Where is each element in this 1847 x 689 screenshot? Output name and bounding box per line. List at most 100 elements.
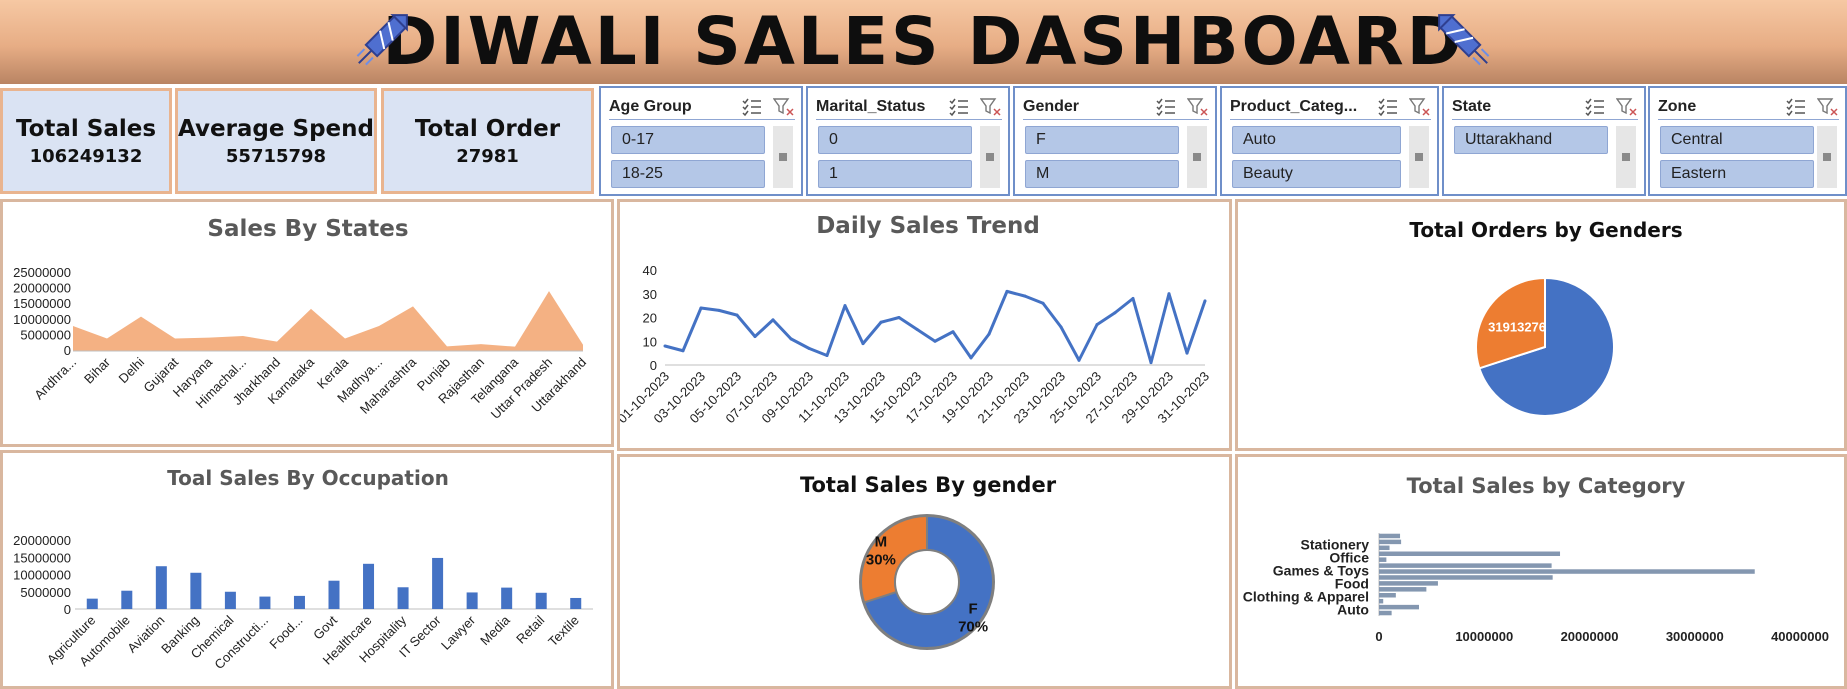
kpi-average-spend: Average Spend 55715798 <box>175 88 377 194</box>
bar <box>1379 598 1384 604</box>
bar <box>1379 587 1427 592</box>
slicer-scrollbar[interactable] <box>1409 126 1429 188</box>
slicer-item[interactable]: Eastern <box>1660 160 1814 188</box>
x-tick-label: 0 <box>1375 629 1382 644</box>
slicer-item[interactable]: 0-17 <box>611 126 765 154</box>
slice-name-label: M <box>875 533 888 550</box>
data-point <box>717 308 721 312</box>
multi-select-icon[interactable] <box>1155 97 1177 117</box>
data-point <box>1059 325 1063 329</box>
multi-select-icon[interactable] <box>741 97 763 117</box>
slicer-scrollbar[interactable] <box>980 126 1000 188</box>
chart-total-sales-by-category[interactable]: Total Sales by Category Stationery Office… <box>1235 454 1847 689</box>
chart-total-orders-by-genders[interactable]: Total Orders by Genders 31913276 <box>1235 199 1847 451</box>
chart-svg-sales-gender: Total Sales By gender F70% M30% <box>800 473 1057 650</box>
chart-svg-category: Total Sales by Category StationeryOffice… <box>1243 474 1829 644</box>
chart-plot: F70% M30% <box>859 514 995 650</box>
slicer-state[interactable]: State Uttarakhand <box>1442 86 1646 196</box>
data-point <box>897 316 901 319</box>
bar <box>259 596 271 609</box>
chart-daily-sales-trend[interactable]: Daily Sales Trend 0 10 20 30 40 01-10-2023 03-… <box>617 199 1232 451</box>
scroll-thumb[interactable] <box>1415 153 1423 161</box>
clear-filter-icon[interactable] <box>1187 97 1209 117</box>
slicer-item[interactable]: 0 <box>818 126 972 154</box>
y-tick-label: Auto <box>1337 601 1369 617</box>
slicer-title: State <box>1452 97 1492 115</box>
chart-title: Toal Sales By Occupation <box>167 466 449 490</box>
data-point <box>1077 358 1081 362</box>
slicer-item[interactable]: Central <box>1660 126 1814 154</box>
y-tick-label: 10000000 <box>13 312 71 327</box>
slicer-zone[interactable]: Zone Central Eastern <box>1648 86 1847 196</box>
multi-select-icon[interactable] <box>1584 97 1606 117</box>
kpi-label: Total Order <box>414 115 561 142</box>
scroll-thumb[interactable] <box>1823 153 1831 161</box>
slicer-marital-status[interactable]: Marital_Status 0 1 <box>806 86 1010 196</box>
slicer-item[interactable]: Uttarakhand <box>1454 126 1608 154</box>
clear-filter-icon[interactable] <box>773 97 795 117</box>
data-point <box>789 337 793 341</box>
slicer-title: Zone <box>1658 97 1697 115</box>
scroll-thumb[interactable] <box>1193 153 1201 161</box>
y-tick-label: 20000000 <box>13 281 71 296</box>
chart-sales-by-occupation[interactable]: Toal Sales By Occupation 0 5000000 1000000… <box>0 450 614 689</box>
bar <box>501 587 513 609</box>
data-point <box>1167 292 1171 296</box>
bar <box>1379 581 1438 586</box>
multi-select-icon[interactable] <box>1377 97 1399 117</box>
slicer-item[interactable]: Auto <box>1232 126 1401 154</box>
clear-filter-icon[interactable] <box>1409 97 1431 117</box>
scroll-thumb[interactable] <box>986 153 994 161</box>
slicer-title: Product_Categ... <box>1230 97 1358 115</box>
bar <box>155 566 167 609</box>
clear-filter-icon[interactable] <box>980 97 1002 117</box>
bar <box>1379 557 1387 562</box>
scroll-thumb[interactable] <box>1622 153 1630 161</box>
slicer-scrollbar[interactable] <box>773 126 793 188</box>
bar <box>397 587 409 609</box>
firework-rocket-left-icon <box>356 14 408 66</box>
chart-title: Daily Sales Trend <box>816 213 1040 239</box>
chart-plot: 31913276 <box>1475 276 1615 417</box>
scroll-thumb[interactable] <box>779 153 787 161</box>
x-tick-label: Media <box>477 612 513 648</box>
x-tick-label: 10000000 <box>1455 629 1513 644</box>
slicer-item[interactable]: F <box>1025 126 1179 154</box>
slicer-scrollbar[interactable] <box>1817 126 1837 188</box>
data-point <box>1113 311 1117 315</box>
y-tick-label: 10000000 <box>13 568 71 583</box>
slicer-age-group[interactable]: Age Group 0-17 18-25 <box>599 86 803 196</box>
slicer-gender[interactable]: Gender F M <box>1013 86 1217 196</box>
slicer-scrollbar[interactable] <box>1187 126 1207 188</box>
slicer-item[interactable]: M <box>1025 160 1179 188</box>
bar <box>293 595 305 609</box>
slicer-item[interactable]: Beauty <box>1232 160 1401 188</box>
data-point <box>1149 361 1153 365</box>
multi-select-icon[interactable] <box>948 97 970 117</box>
bar <box>1379 610 1392 616</box>
kpi-value: 106249132 <box>29 145 143 167</box>
chart-sales-by-states[interactable]: Sales By States 0 5000000 10000000 15000000… <box>0 199 614 447</box>
x-tick-label: Textile <box>545 613 582 650</box>
slicer-item[interactable]: 1 <box>818 160 972 188</box>
slicer-scrollbar[interactable] <box>1616 126 1636 188</box>
slicer-item[interactable]: 18-25 <box>611 160 765 188</box>
bar <box>1379 593 1396 598</box>
data-point <box>825 354 829 357</box>
x-tick-label: Bihar <box>81 354 114 387</box>
slicer-header: State <box>1452 94 1638 120</box>
clear-filter-icon[interactable] <box>1817 97 1839 117</box>
data-point <box>699 306 703 310</box>
firework-rocket-right-icon <box>1438 14 1490 66</box>
slicer-product-category[interactable]: Product_Categ... Auto Beauty <box>1220 86 1439 196</box>
line-series <box>664 289 1207 365</box>
clear-filter-icon[interactable] <box>1616 97 1638 117</box>
data-point <box>1023 294 1027 298</box>
bar <box>1379 551 1561 556</box>
y-tick-label: 15000000 <box>13 550 71 565</box>
kpi-label: Average Spend <box>178 115 374 142</box>
multi-select-icon[interactable] <box>1785 97 1807 117</box>
donut-hole <box>894 549 960 615</box>
chart-total-sales-by-gender[interactable]: Total Sales By gender F 70% M 30% <box>617 454 1232 689</box>
bar <box>1379 569 1755 574</box>
